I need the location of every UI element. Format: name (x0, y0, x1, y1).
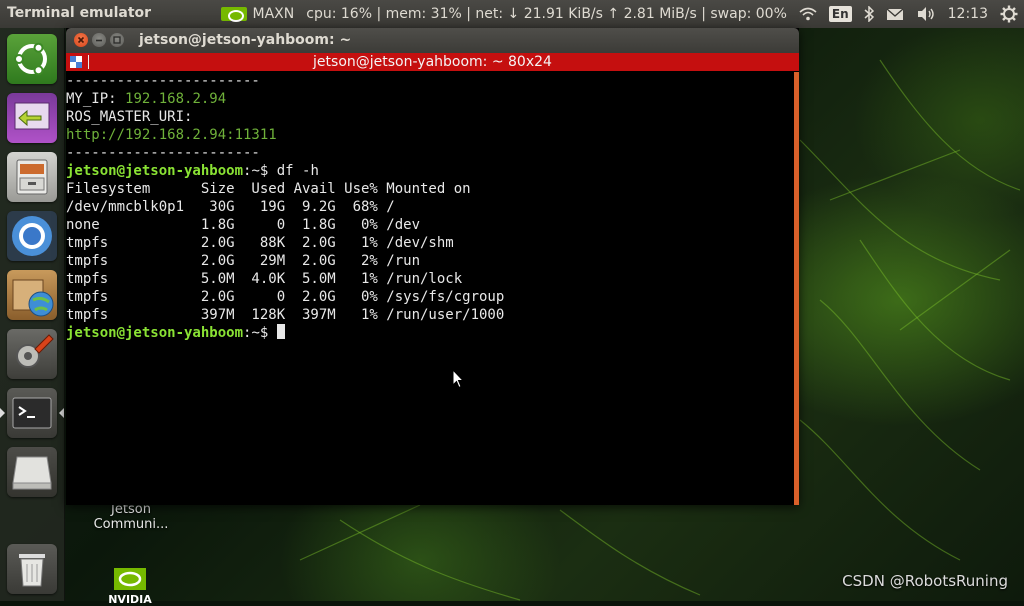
df-header: Filesystem Size Used Avail Use% Mounted … (66, 181, 471, 197)
clock[interactable]: 12:13 (942, 0, 994, 28)
maximize-icon (113, 36, 121, 44)
nvidia-logo-icon (114, 568, 146, 590)
prompt-user: jetson@jetson-yahboom (66, 163, 244, 179)
terminal-tab-icon (70, 56, 82, 68)
tab-title: jetson@jetson-yahboom: ~ 80x24 (313, 54, 552, 70)
remote-desktop-icon (14, 102, 50, 130)
chromium-icon (12, 216, 52, 256)
mouse-pointer-icon (452, 368, 465, 393)
prompt-path: :~$ (243, 325, 277, 341)
df-row: tmpfs 2.0G 88K 2.0G 1% /dev/shm (66, 235, 454, 251)
nvidia-icon (220, 7, 247, 22)
settings-wrench-icon (16, 334, 54, 368)
window-titlebar[interactable]: jetson@jetson-yahboom: ~ (66, 28, 799, 53)
prompt-user: jetson@jetson-yahboom (66, 325, 244, 341)
bluetooth-icon (864, 6, 874, 22)
df-row: tmpfs 397M 128K 397M 1% /run/user/1000 (66, 307, 505, 323)
df-row: /dev/mmcblk0p1 30G 19G 9.2G 68% / (66, 199, 395, 215)
bluetooth-indicator[interactable] (858, 0, 880, 28)
minimize-button[interactable] (92, 33, 106, 47)
launcher-item-remote-desktop[interactable] (7, 93, 57, 143)
ubuntu-logo-icon (14, 42, 47, 76)
current-prompt-line[interactable]: jetson@jetson-yahboom:~$ (66, 324, 794, 342)
my-ip-label: MY_IP: (66, 91, 126, 107)
launcher-item-terminal[interactable] (0, 388, 64, 438)
my-ip-value: 192.168.2.94 (125, 91, 227, 107)
trash-icon (19, 554, 45, 587)
prompt-path: :~$ (243, 163, 277, 179)
df-row: tmpfs 2.0G 29M 2.0G 2% /run (66, 253, 421, 269)
launcher-item-software-center[interactable] (7, 270, 57, 320)
ros-master-value: http://192.168.2.94:11311 (66, 127, 277, 143)
file-cabinet-icon (16, 159, 48, 195)
package-globe-icon (12, 279, 54, 317)
keyboard-layout-label: En (828, 6, 852, 22)
system-load-indicator[interactable]: cpu: 16% | mem: 31% | net: ↓ 21.91 KiB/s… (300, 0, 793, 28)
launcher-item-drive[interactable] (7, 447, 57, 497)
my-ip-line: MY_IP: 192.168.2.94 (66, 90, 794, 108)
desktop-icon-label-line2: Communi... (93, 517, 169, 532)
keyboard-indicator[interactable]: En (823, 0, 858, 28)
session-indicator[interactable] (994, 0, 1024, 28)
close-button[interactable] (74, 33, 88, 47)
launcher-item-system-settings[interactable] (7, 329, 57, 379)
minimize-icon (96, 39, 102, 42)
clock-time: 12:13 (947, 6, 988, 22)
messages-indicator[interactable] (880, 0, 910, 28)
top-panel: Terminal emulator MAXN cpu: 16% | mem: 3… (0, 0, 1024, 28)
network-indicator[interactable] (793, 0, 823, 28)
terminal-scrollbar[interactable] (794, 72, 799, 505)
speaker-icon (917, 7, 934, 21)
df-row: tmpfs 5.0M 4.0K 5.0M 1% /run/lock (66, 271, 463, 287)
terminal-output[interactable]: ----------------------- MY_IP: 192.168.2… (66, 72, 794, 505)
terminal-tab[interactable]: jetson@jetson-yahboom: ~ 80x24 (66, 53, 799, 71)
power-mode-label: MAXN (252, 6, 295, 22)
desktop-icon-jetson-community[interactable]: Jetson Communi... (86, 502, 176, 532)
launcher-dash-button[interactable] (7, 34, 57, 84)
system-stats: cpu: 16% | mem: 31% | net: ↓ 21.91 KiB/s… (306, 6, 787, 22)
separator-line: ----------------------- (66, 73, 260, 89)
terminal-icon (12, 397, 52, 429)
watermark: CSDN @RobotsRuning (842, 572, 1008, 590)
df-row: none 1.8G 0 1.8G 0% /dev (66, 217, 421, 233)
wifi-icon (799, 7, 817, 21)
ros-master-label: ROS_MASTER_URI: (66, 109, 193, 125)
terminal-window[interactable]: jetson@jetson-yahboom: ~ jetson@jetson-y… (66, 28, 799, 505)
drive-icon (12, 456, 52, 490)
text-cursor (276, 324, 285, 339)
sound-indicator[interactable] (910, 0, 942, 28)
launcher (0, 28, 65, 601)
nvidia-logo-label: NVIDIA (108, 593, 152, 606)
launcher-item-chromium[interactable] (7, 211, 57, 261)
maximize-button[interactable] (110, 33, 124, 47)
tab-separator (88, 55, 89, 69)
launcher-item-files[interactable] (7, 152, 57, 202)
close-icon (77, 36, 85, 44)
command-text: df -h (276, 163, 319, 179)
envelope-icon (886, 7, 904, 20)
active-app-title: Terminal emulator (7, 5, 152, 21)
indicator-area: MAXN cpu: 16% | mem: 31% | net: ↓ 21.91 … (215, 0, 1024, 28)
desktop-icon-nvidia[interactable]: NVIDIA (108, 568, 152, 605)
nvidia-power-indicator[interactable]: MAXN (215, 0, 301, 28)
separator-line: ----------------------- (66, 145, 260, 161)
df-row: tmpfs 2.0G 0 2.0G 0% /sys/fs/cgroup (66, 289, 505, 305)
command-line: jetson@jetson-yahboom:~$ df -h (66, 162, 794, 180)
window-title: jetson@jetson-yahboom: ~ (139, 32, 352, 48)
launcher-item-trash[interactable] (7, 544, 57, 594)
gear-icon (1000, 5, 1018, 23)
